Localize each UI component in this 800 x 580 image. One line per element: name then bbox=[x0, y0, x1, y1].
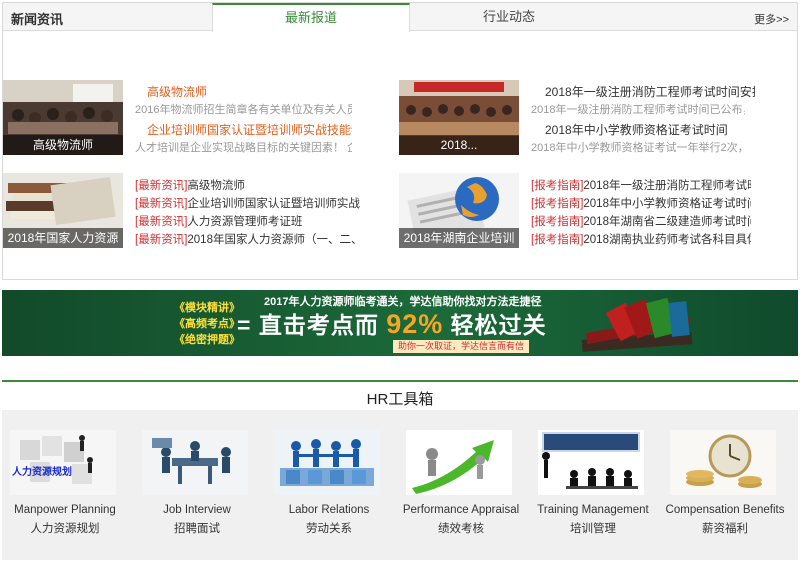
list-item-text: 2018年一级注册消防工程师考试时间安排 bbox=[583, 180, 751, 192]
list-item-tag: [最新资讯] bbox=[135, 234, 188, 246]
more-link[interactable]: 更多>> bbox=[754, 11, 789, 27]
featured-title[interactable]: 2018年中小学教师资格证考试时间 bbox=[545, 121, 755, 138]
tool-label-cn: 人力资源规划 bbox=[30, 523, 100, 535]
coins-clock-icon bbox=[670, 430, 776, 495]
tool-label-en: Training Management bbox=[537, 504, 649, 516]
news-panel: 新闻资讯 最新报道 行业动态 更多>> 高级物流师 高级物流师 2016年物流师… bbox=[2, 2, 798, 280]
news-tabbar: 新闻资讯 最新报道 行业动态 更多>> bbox=[3, 3, 797, 32]
featured-desc: 2018年一级注册消防工程师考试时间已公布，根据《 bbox=[531, 104, 745, 116]
banner-feature-list: 《模块精讲》 《高频考点》 《绝密押题》 bbox=[174, 300, 240, 348]
news-list-item[interactable]: [报考指南]2018年中小学教师资格证考试时间 bbox=[531, 195, 751, 211]
featured-title[interactable]: 2018年一级注册消防工程师考试时间安排 bbox=[545, 83, 755, 100]
tool-label-cn: 招聘面试 bbox=[174, 523, 220, 535]
growth-arrow-icon bbox=[406, 430, 512, 495]
list-item-text: 2018年中小学教师资格证考试时间 bbox=[583, 198, 751, 210]
banner-feature: 《高频考点》 bbox=[174, 318, 240, 330]
tab-industry-news[interactable]: 行业动态 bbox=[410, 3, 608, 32]
featured-title[interactable]: 高级物流师 bbox=[147, 83, 352, 100]
hr-tool-labor-relations[interactable]: Labor Relations 劳动关系 bbox=[267, 430, 391, 538]
tool-label-cn: 绩效考核 bbox=[438, 523, 484, 535]
list-item-tag: [最新资讯] bbox=[135, 198, 188, 210]
list-item-text: 人力资源管理师考证班 bbox=[187, 216, 303, 228]
news-list-item[interactable]: [最新资讯]人力资源管理师考证班 bbox=[135, 213, 360, 229]
training-icon bbox=[538, 430, 644, 495]
interview-table-icon bbox=[142, 430, 248, 495]
featured-thumb-logistics[interactable]: 高级物流师 bbox=[3, 80, 123, 155]
list-item-tag: [报考指南] bbox=[531, 180, 584, 192]
tool-label-en: Performance Appraisal bbox=[402, 504, 520, 516]
list-item-tag: [报考指南] bbox=[531, 234, 584, 246]
banner-feature: 《模块精讲》 bbox=[174, 302, 240, 314]
thumb-caption: 高级物流师 bbox=[3, 135, 123, 155]
tool-label-en: Compensation Benefits bbox=[665, 504, 785, 516]
banner-subtext: 助你一次取证，学达信言而有信 bbox=[393, 340, 530, 353]
banner-slogan: = 直击考点而 92% 轻松过关 bbox=[237, 306, 547, 340]
list-item-tag: [报考指南] bbox=[531, 216, 584, 228]
tool-label-cn: 培训管理 bbox=[570, 523, 616, 535]
news-list-item[interactable]: [最新资讯]企业培训师国家认证暨培训师实战技能特训营 bbox=[135, 195, 360, 211]
news-list-item[interactable]: [最新资讯]高级物流师 bbox=[135, 177, 360, 193]
list-item-text: 2018年湖南省二级建造师考试时间安排 bbox=[583, 216, 751, 228]
featured-desc: 人才培训是企业实现战略目标的关键因素！ 企业培训 bbox=[135, 142, 352, 154]
list-thumb-training[interactable]: 2018年湖南企业培训 bbox=[399, 173, 519, 248]
hr-tool-manpower-planning[interactable]: 人力资源规划 Manpower Planning 人力资源规划 bbox=[3, 430, 127, 538]
news-list-item[interactable]: [报考指南]2018年湖南省二级建造师考试时间安排 bbox=[531, 213, 751, 229]
list-item-tag: [最新资讯] bbox=[135, 216, 188, 228]
thumb-caption: 2018... bbox=[399, 135, 519, 155]
banner-slogan-prefix: = 直击考点而 bbox=[237, 312, 379, 338]
news-list-item[interactable]: [最新资讯]2018年国家人力资源师（一、二、三级） bbox=[135, 231, 360, 247]
list-item-tag: [最新资讯] bbox=[135, 180, 188, 192]
banner-feature: 《绝密押题》 bbox=[174, 334, 240, 346]
featured-desc: 2016年物流师招生简章各有关单位及有关人员：《物 bbox=[135, 104, 352, 116]
puzzle-team-icon bbox=[274, 430, 380, 495]
banner-slogan-suffix: 轻松过关 bbox=[450, 312, 547, 338]
puzzle-people-icon: 人力资源规划 bbox=[10, 430, 116, 495]
list-item-text: 企业培训师国家认证暨培训师实战技能特训营 bbox=[187, 198, 360, 210]
news-section-title: 新闻资讯 bbox=[11, 12, 64, 27]
featured-title[interactable]: 企业培训师国家认证暨培训师实战技能特训营 bbox=[147, 121, 352, 138]
list-item-text: 高级物流师 bbox=[187, 180, 245, 192]
thumb-caption: 2018年国家人力资源 bbox=[3, 228, 123, 248]
books-stack-icon bbox=[581, 297, 693, 352]
tool-label-en: Labor Relations bbox=[288, 504, 370, 516]
hr-tool-training-management[interactable]: Training Management 培训管理 bbox=[531, 430, 655, 538]
banner-percent: 92% bbox=[386, 309, 444, 339]
tool-label-en: Job Interview bbox=[163, 504, 231, 516]
hr-tools-header: HR工具箱 bbox=[2, 382, 798, 408]
list-item-tag: [报考指南] bbox=[531, 198, 584, 210]
hr-tools-title: HR工具箱 bbox=[366, 391, 434, 408]
list-thumb-hr[interactable]: 2018年国家人力资源 bbox=[3, 173, 123, 248]
tab-latest-reports[interactable]: 最新报道 bbox=[212, 3, 410, 32]
list-item-text: 2018湖南执业药师考试各科目具体时间安 bbox=[583, 234, 751, 246]
news-list-item[interactable]: [报考指南]2018湖南执业药师考试各科目具体时间安 bbox=[531, 231, 751, 247]
featured-thumb-fire-engineer[interactable]: 2018... bbox=[399, 80, 519, 155]
thumb-caption: 2018年湖南企业培训 bbox=[399, 228, 519, 248]
hr-tool-compensation-benefits[interactable]: Compensation Benefits 薪资福利 bbox=[663, 430, 787, 538]
tool-label-cn: 薪资福利 bbox=[702, 523, 748, 535]
hr-tool-performance-appraisal[interactable]: Performance Appraisal 绩效考核 bbox=[399, 430, 523, 538]
tool-label-en: Manpower Planning bbox=[14, 504, 116, 516]
list-item-text: 2018年国家人力资源师（一、二、三级） bbox=[187, 234, 360, 246]
promo-banner[interactable]: 2017年人力资源师临考通关，学达信助你找对方法走捷径 《模块精讲》 《高频考点… bbox=[2, 290, 798, 356]
tool-label-cn: 劳动关系 bbox=[306, 523, 352, 535]
hr-tool-job-interview[interactable]: Job Interview 招聘面试 bbox=[135, 430, 259, 538]
featured-desc: 2018年中小学教师资格证考试一年举行2次，2018年 bbox=[531, 142, 745, 154]
news-list-item[interactable]: [报考指南]2018年一级注册消防工程师考试时间安排 bbox=[531, 177, 751, 193]
tool-image-label: 人力资源规划 bbox=[12, 465, 72, 478]
